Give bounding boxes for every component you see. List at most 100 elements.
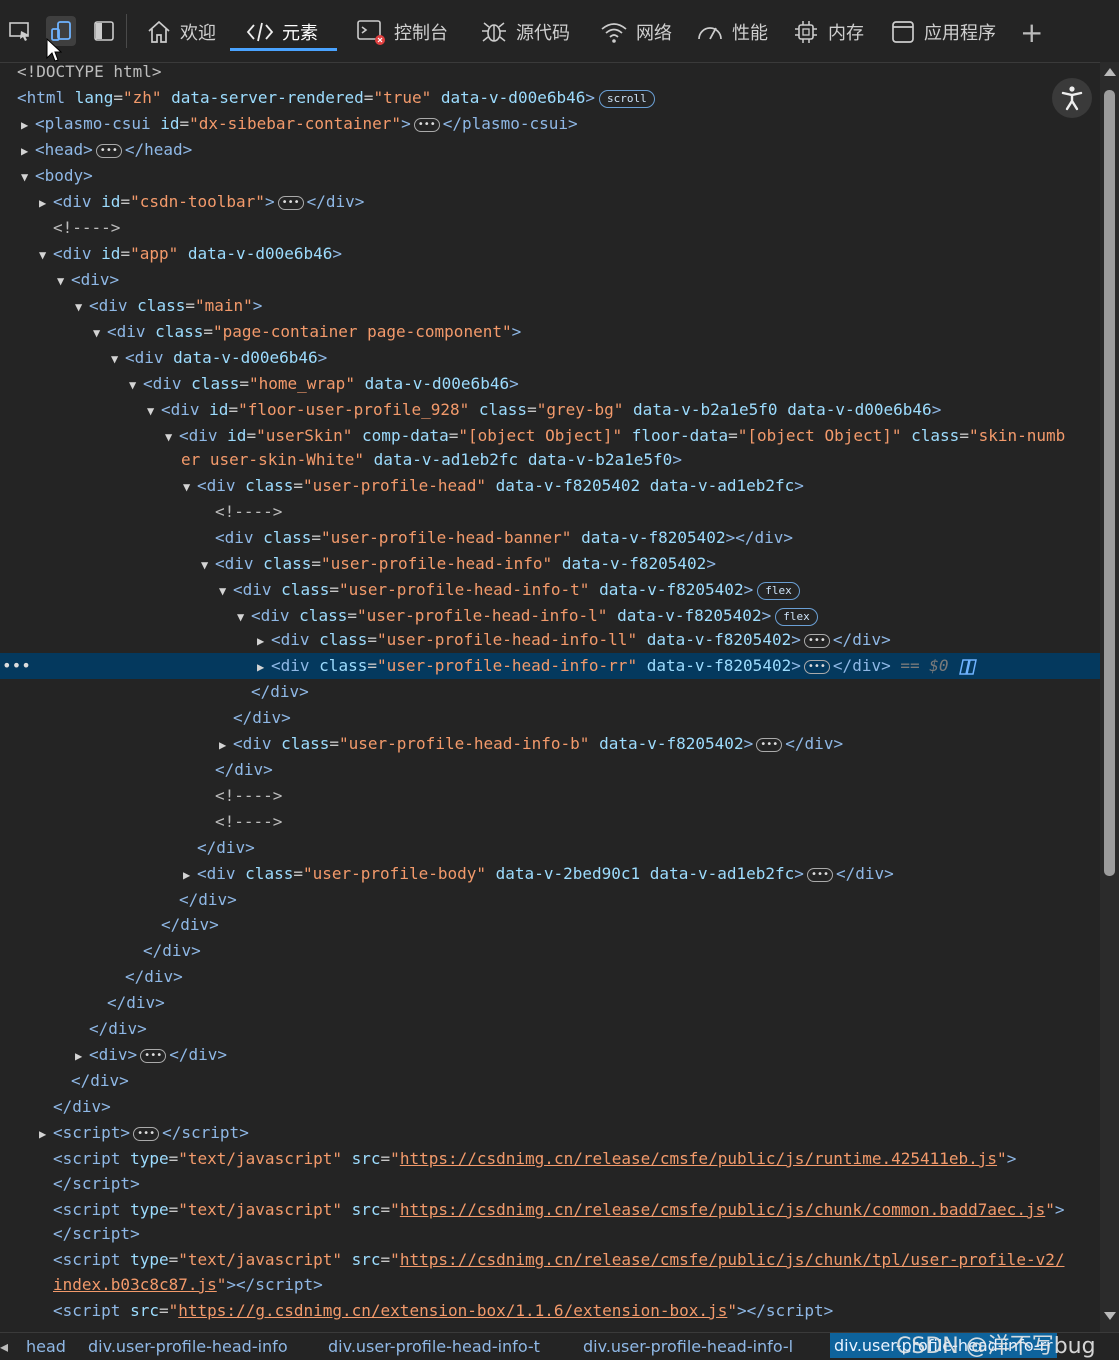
tab-welcome[interactable]: 欢迎 <box>146 12 216 52</box>
tab-application[interactable]: 应用程序 <box>890 12 996 52</box>
collapse-arrow-icon: ▼ <box>147 404 155 418</box>
scrollbar-thumb[interactable] <box>1104 90 1115 876</box>
close-div-tag[interactable]: </div> <box>233 705 291 731</box>
script-url-link[interactable]: https://csdnimg.cn/release/cmsfe/public/… <box>400 1250 1065 1269</box>
close-div-tag[interactable]: </div> <box>89 1016 147 1042</box>
div-node[interactable]: ▼ <div> <box>57 267 119 293</box>
comment-node[interactable]: <!----> <box>215 809 282 835</box>
plasmo-node[interactable]: ▶ <plasmo-csui id="dx-sibebar-container">… <box>21 111 578 137</box>
head-banner-node[interactable]: <div class="user-profile-head-banner" da… <box>215 525 793 551</box>
breadcrumb-item[interactable]: div.user-profile-head-info <box>88 1337 288 1356</box>
breadcrumb-item[interactable]: div.user-profile-head-info-l <box>583 1337 793 1356</box>
tab-network[interactable]: 网络 <box>600 12 672 52</box>
collapsed-ellipsis-icon: ••• <box>806 867 833 882</box>
add-tab-button[interactable]: + <box>1020 12 1043 52</box>
close-div-tag[interactable]: </div> <box>215 757 273 783</box>
script-url-link[interactable]: https://csdnimg.cn/release/cmsfe/public/… <box>400 1149 997 1168</box>
breadcrumb-item[interactable]: head <box>26 1337 66 1356</box>
profile-head-node[interactable]: ▼ <div class="user-profile-head" data-v-f… <box>183 473 804 499</box>
tab-label: 源代码 <box>516 23 570 44</box>
expand-arrow-icon: ▶ <box>75 1049 83 1063</box>
toolbar-separator <box>126 14 127 48</box>
collapse-arrow-icon: ▼ <box>183 480 191 494</box>
head-info-t-node[interactable]: ▼ <div class="user-profile-head-info-t" d… <box>219 577 800 603</box>
flex-badge[interactable]: flex <box>775 607 818 626</box>
main-node[interactable]: ▼ <div class="main"> <box>75 293 262 319</box>
comment-node[interactable]: <!----> <box>215 499 282 525</box>
close-div-tag[interactable]: </div> <box>71 1068 129 1094</box>
close-div-tag[interactable]: </div> <box>53 1094 111 1120</box>
home-wrap-node[interactable]: ▼ <div class="home_wrap" data-v-d00e6b46> <box>129 371 519 397</box>
close-div-tag[interactable]: </div> <box>197 835 255 861</box>
floor-profile-node[interactable]: ▼ <div id="floor-user-profile_928" class=… <box>147 397 941 423</box>
close-div-tag[interactable]: </div> <box>143 938 201 964</box>
close-div-tag[interactable]: </div> <box>125 964 183 990</box>
doctype-node[interactable]: <!DOCTYPE html> <box>17 62 162 85</box>
close-div-tag[interactable]: </div> <box>251 679 309 705</box>
tab-memory[interactable]: 内存 <box>792 12 864 52</box>
script-tpl-node[interactable]: <script type="text/javascript" src="http… <box>53 1247 1064 1273</box>
collapsed-ellipsis-icon: ••• <box>803 659 830 674</box>
gauge-icon <box>698 27 722 40</box>
collapse-arrow-icon: ▼ <box>201 558 209 572</box>
body-node[interactable]: ▼ <body> <box>21 163 93 189</box>
tab-label: 应用程序 <box>924 23 996 44</box>
tab-console[interactable]: 控制台 <box>356 12 448 52</box>
script-url-link[interactable]: https://g.csdnimg.cn/extension-box/1.1.6… <box>178 1301 727 1320</box>
script-runtime-node[interactable]: <script type="text/javascript" src="http… <box>53 1146 1016 1172</box>
csdn-toolbar-node[interactable]: ▶ <div id="csdn-toolbar"> ••• </div> <box>39 189 364 215</box>
collapsed-ellipsis-icon: ••• <box>756 737 783 752</box>
console-icon <box>357 20 385 45</box>
html-node[interactable]: <html lang="zh" data-server-rendered="tr… <box>17 85 655 111</box>
collapse-arrow-icon: ▼ <box>219 584 227 598</box>
profile-body-node[interactable]: ▶ <div class="user-profile-body" data-v-2… <box>183 861 894 887</box>
close-div-tag[interactable]: </div> <box>179 887 237 913</box>
script-url-link[interactable]: https://csdnimg.cn/release/cmsfe/public/… <box>400 1200 1045 1219</box>
close-script-tag[interactable]: </script> <box>53 1221 140 1247</box>
head-info-rr-node-selected[interactable]: ▶ <div class="user-profile-head-info-rr" … <box>257 653 978 679</box>
close-div-tag[interactable]: </div> <box>107 990 165 1016</box>
tab-label: 控制台 <box>394 23 448 44</box>
tab-elements[interactable]: 元素 <box>246 12 318 52</box>
devtools-toolbar: 欢迎 元素 控制台 源代码 网络 性能 内存 应用程序 + <box>0 0 1119 63</box>
flex-badge[interactable]: flex <box>757 581 800 600</box>
tab-sources[interactable]: 源代码 <box>480 12 570 52</box>
head-info-b-node[interactable]: ▶ <div class="user-profile-head-info-b" d… <box>219 731 843 757</box>
head-info-l-node[interactable]: ▼ <div class="user-profile-head-info-l" d… <box>237 603 818 629</box>
accessibility-button[interactable] <box>1052 78 1092 118</box>
page-container-node[interactable]: ▼ <div class="page-container page-compone… <box>93 319 521 345</box>
collapsed-ellipsis-icon: ••• <box>277 195 304 210</box>
user-skin-node[interactable]: ▼ <div id="userSkin" comp-data="[object O… <box>165 423 1065 449</box>
head-node[interactable]: ▶ <head> ••• </head> <box>21 137 192 163</box>
scroll-up-icon[interactable] <box>1104 68 1116 76</box>
copilot-icon[interactable] <box>958 658 978 676</box>
collapsed-div-node[interactable]: ▶ <div> ••• </div> <box>75 1042 227 1068</box>
cpu-icon <box>795 21 817 43</box>
tab-performance[interactable]: 性能 <box>696 12 768 52</box>
head-info-node[interactable]: ▼ <div class="user-profile-head-info" dat… <box>201 551 716 577</box>
script-ext-node[interactable]: <script src="https://g.csdnimg.cn/extens… <box>53 1298 833 1324</box>
more-options-icon[interactable]: ••• <box>2 653 31 679</box>
comment-node[interactable]: <!----> <box>215 783 282 809</box>
data-v-div-node[interactable]: ▼ <div data-v-d00e6b46> <box>111 345 327 371</box>
comment-node[interactable]: <!----> <box>53 215 120 241</box>
script-node[interactable]: ▶ <script> ••• </script> <box>39 1120 249 1146</box>
inspect-element-icon[interactable] <box>5 16 35 46</box>
vertical-scrollbar[interactable] <box>1100 62 1119 1332</box>
collapsed-ellipsis-icon: ••• <box>133 1126 160 1141</box>
dock-panel-icon[interactable] <box>89 16 119 46</box>
scroll-down-icon[interactable] <box>1104 1312 1116 1320</box>
breadcrumb-left-arrow-icon[interactable]: ◂ <box>0 1337 8 1356</box>
breadcrumb-item[interactable]: div.user-profile-head-info-t <box>328 1337 540 1356</box>
dom-tree[interactable]: ••• <!DOCTYPE html> <html lang="zh" data… <box>0 62 1100 1332</box>
close-div-tag[interactable]: </div> <box>161 912 219 938</box>
collapsed-ellipsis-icon: ••• <box>413 117 440 132</box>
scroll-badge[interactable]: scroll <box>599 89 655 108</box>
close-script-tag[interactable]: </script> <box>53 1171 140 1197</box>
head-info-ll-node[interactable]: ▶ <div class="user-profile-head-info-ll" … <box>257 627 891 653</box>
script-common-node[interactable]: <script type="text/javascript" src="http… <box>53 1197 1065 1223</box>
app-node[interactable]: ▼ <div id="app" data-v-d00e6b46> <box>39 241 342 267</box>
collapse-arrow-icon: ▼ <box>21 170 29 184</box>
user-skin-node-wrap: er user-skin-White" data-v-ad1eb2fc data… <box>181 450 682 469</box>
tab-label: 性能 <box>732 23 768 44</box>
